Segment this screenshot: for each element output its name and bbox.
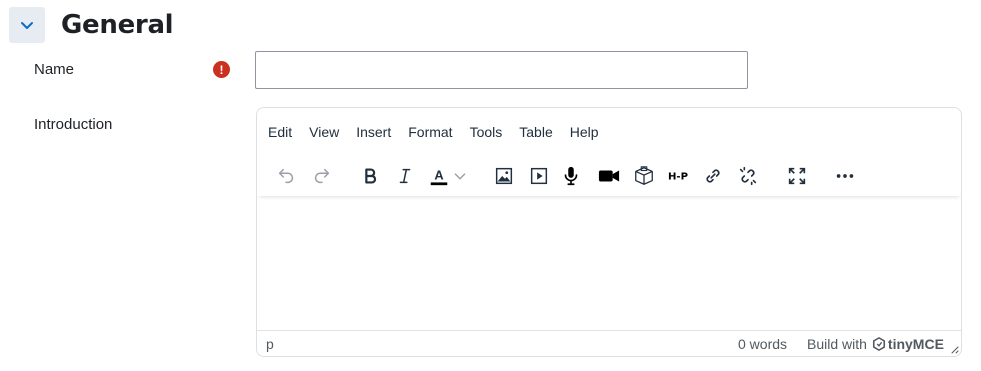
tinymce-logo: tinyMCE	[872, 336, 944, 352]
tinymce-icon	[872, 337, 885, 351]
microphone-icon	[564, 166, 578, 186]
rich-text-editor: Edit View Insert Format Tools Table Help…	[256, 107, 962, 357]
unlink-icon	[739, 166, 757, 186]
word-count[interactable]: 0 words	[738, 336, 787, 352]
redo-icon	[314, 168, 330, 184]
h5p-button[interactable]: H-P	[662, 160, 694, 192]
record-video-button[interactable]	[593, 160, 625, 192]
insert-image-button[interactable]	[488, 160, 520, 192]
h5p-icon: H-P	[668, 172, 688, 183]
fullscreen-icon	[788, 167, 806, 185]
introduction-label: Introduction	[34, 116, 113, 133]
record-audio-button[interactable]	[555, 160, 587, 192]
link-icon	[706, 169, 720, 183]
text-color-dropdown[interactable]	[449, 160, 471, 192]
insert-link-button[interactable]	[697, 160, 729, 192]
editor-menubar: Edit View Insert Format Tools Table Help	[268, 124, 616, 140]
branding-link[interactable]: Build with tinyMCE	[807, 336, 944, 352]
menu-insert[interactable]: Insert	[356, 124, 391, 140]
collapse-section-button[interactable]	[9, 7, 45, 43]
h5p-content-icon	[635, 166, 653, 185]
branding-prefix: Build with	[807, 336, 867, 352]
menu-tools[interactable]: Tools	[470, 124, 503, 140]
media-icon	[530, 167, 548, 185]
editor-statusbar: p 0 words Build with tinyMCE	[257, 330, 961, 356]
element-path[interactable]: p	[266, 336, 274, 352]
svg-text:A: A	[434, 168, 443, 183]
more-icon	[836, 174, 854, 178]
text-color-icon: A	[430, 168, 448, 186]
required-icon: !	[213, 61, 230, 78]
menu-table[interactable]: Table	[519, 124, 552, 140]
name-input[interactable]	[255, 51, 748, 89]
section-header: General	[9, 7, 174, 43]
redo-button[interactable]	[306, 160, 338, 192]
chevron-down-icon	[21, 22, 33, 29]
undo-icon	[278, 168, 294, 184]
section-title: General	[61, 10, 174, 40]
name-label: Name	[34, 61, 75, 78]
video-camera-icon	[598, 170, 620, 182]
fullscreen-button[interactable]	[781, 160, 813, 192]
editor-toolbar: A H-P	[257, 156, 961, 196]
menu-format[interactable]: Format	[408, 124, 452, 140]
menu-view[interactable]: View	[309, 124, 339, 140]
bold-icon	[365, 168, 377, 184]
image-icon	[495, 167, 513, 185]
insert-h5p-content-button[interactable]	[628, 160, 660, 192]
more-button[interactable]	[829, 160, 861, 192]
resize-handle-icon[interactable]	[949, 344, 959, 354]
bold-button[interactable]	[354, 160, 386, 192]
italic-button[interactable]	[389, 160, 421, 192]
italic-icon	[399, 168, 411, 184]
svg-text:H-P: H-P	[668, 172, 688, 183]
menu-help[interactable]: Help	[570, 124, 599, 140]
insert-media-button[interactable]	[523, 160, 555, 192]
chevron-down-icon	[454, 173, 466, 180]
undo-button[interactable]	[270, 160, 302, 192]
unlink-button[interactable]	[732, 160, 764, 192]
menu-edit[interactable]: Edit	[268, 124, 292, 140]
tinymce-wordmark: tinyMCE	[887, 336, 944, 352]
